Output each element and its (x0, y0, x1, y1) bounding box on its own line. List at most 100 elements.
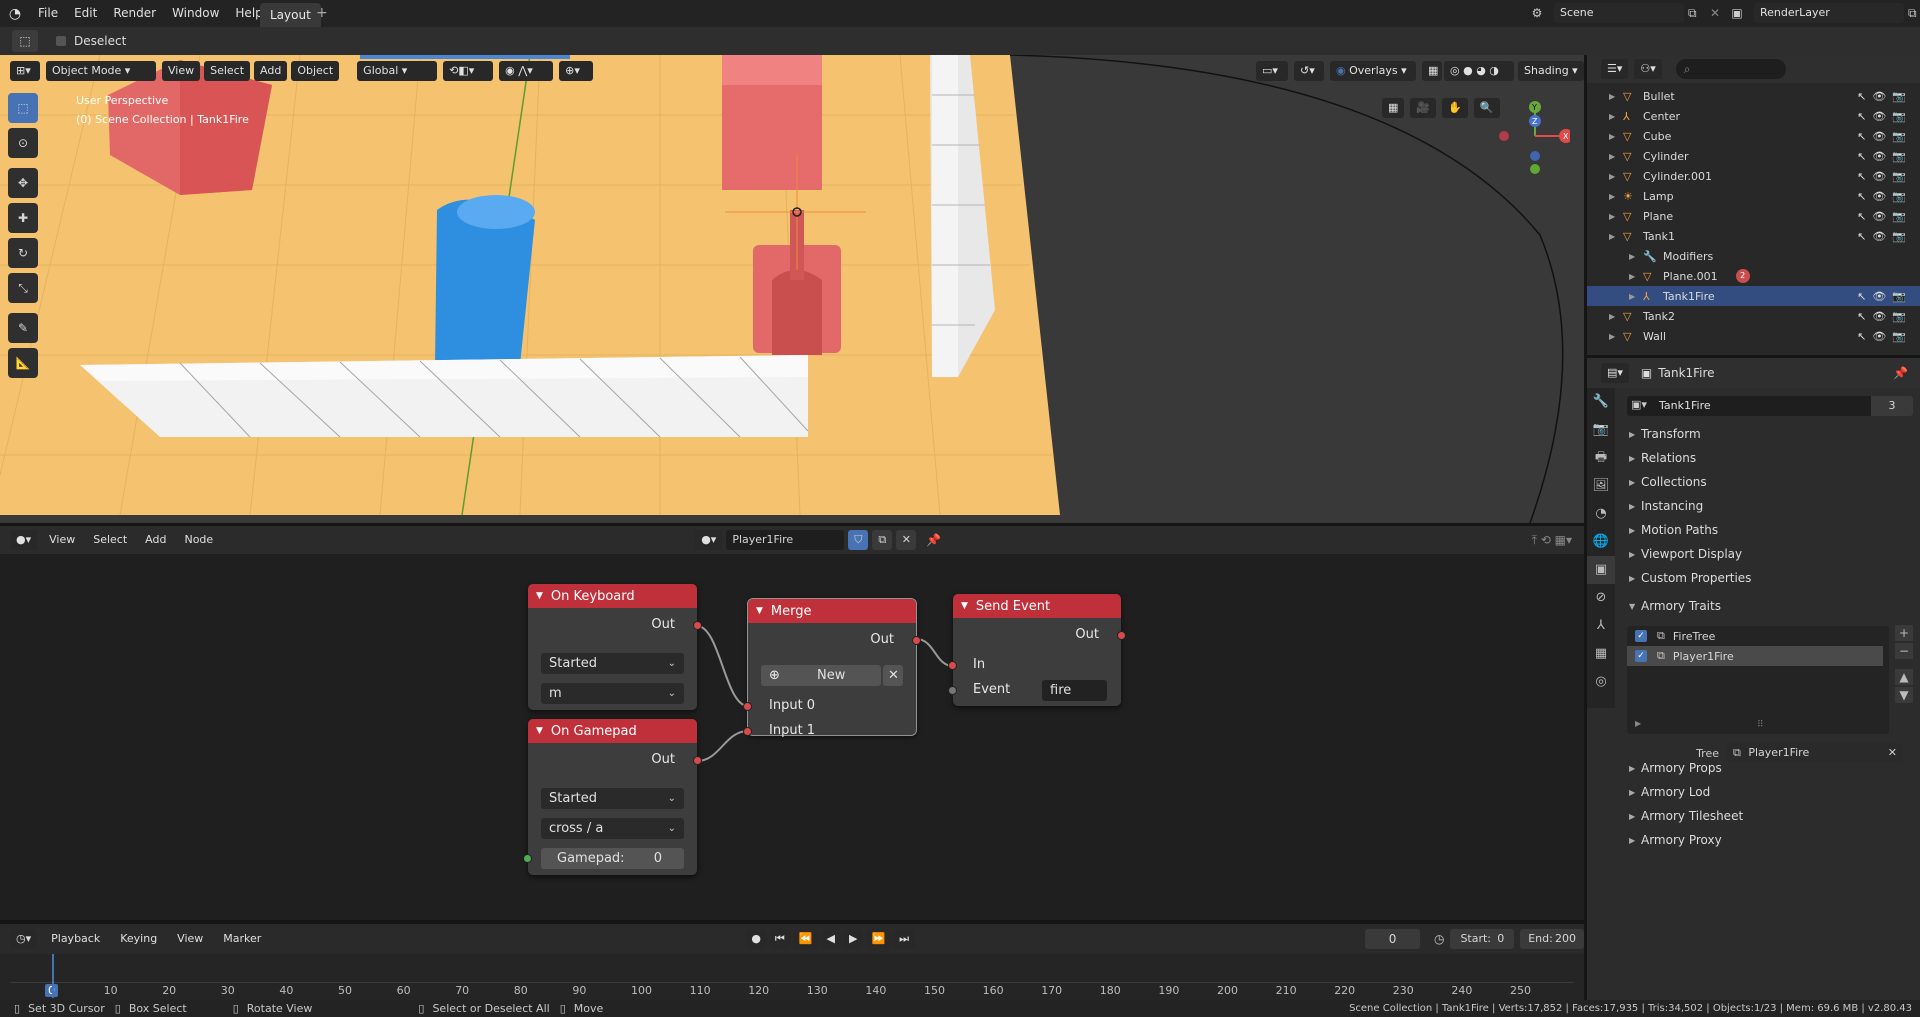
panel-armory-lod[interactable]: ▶ Armory Lod (1619, 780, 1920, 804)
add-trait-icon[interactable]: + (1895, 625, 1913, 641)
trait-item-firetree[interactable]: ✓ ⧉ FireTree (1627, 626, 1889, 646)
node-editor[interactable]: ●▾ View Select Add Node ●▾ Player1Fire ⛉ ⧉ … (0, 526, 1584, 920)
remove-trait-icon[interactable]: − (1895, 643, 1913, 659)
out-socket[interactable] (693, 621, 702, 630)
outliner-editor-icon[interactable]: ☰▾ (1601, 59, 1629, 79)
outliner-row-tank1[interactable]: ▶ ▽ Tank1 ↖👁📷 (1587, 226, 1920, 246)
expand-arrow-icon[interactable]: ▶ (1629, 252, 1639, 261)
trait-item-player1fire[interactable]: ✓ ⧉ Player1Fire (1627, 646, 1883, 666)
show-gizmo-icon[interactable]: ↺▾ (1294, 61, 1324, 81)
row-visibility-controls[interactable]: ↖👁📷 (1857, 150, 1912, 163)
viewport-menu-select[interactable]: Select (204, 61, 251, 81)
menu-file[interactable]: File (30, 0, 66, 27)
shading-modes[interactable]: ◎ ● ◕ ◑ (1444, 61, 1514, 81)
trait-checkbox[interactable]: ✓ (1635, 630, 1647, 642)
object-mode-dropdown[interactable]: Object Mode ▾ (46, 61, 156, 81)
tool-tab-icon[interactable]: 🔧 (1587, 388, 1615, 416)
panel-viewport-display[interactable]: ▶ Viewport Display (1619, 542, 1920, 566)
expand-arrow-icon[interactable]: ▶ (1629, 292, 1639, 301)
timeline-menu-marker[interactable]: Marker (215, 929, 269, 949)
add-workspace-button[interactable]: + (316, 5, 328, 21)
world-tab-icon[interactable]: 🌐 (1587, 528, 1615, 556)
outliner-row-modifiers[interactable]: ▶ 🔧 Modifiers (1587, 246, 1920, 266)
remove-input-icon[interactable]: ✕ (883, 665, 903, 686)
timeline-menu-keying[interactable]: Keying ▾ (112, 929, 165, 965)
proportional-edit-icon[interactable]: ◉ ⋀▾ (499, 61, 554, 81)
expand-arrow-icon[interactable]: ▶ (1609, 172, 1619, 181)
outliner-row-center[interactable]: ▶ ⅄ Center ↖👁📷 (1587, 106, 1920, 126)
annotate-tool-icon[interactable]: ✎ (8, 313, 38, 343)
keyboard-state-dropdown[interactable]: Started ⌄ (541, 653, 684, 674)
outliner-row-cube[interactable]: ▶ ▽ Cube ↖👁📷 (1587, 126, 1920, 146)
object-name-field[interactable]: ▣▾ Tank1Fire 3 (1627, 396, 1913, 416)
viewport-menu-object[interactable]: Object (291, 61, 340, 81)
overlays-dropdown[interactable]: ◉ Overlays ▾ (1330, 61, 1416, 81)
visibility-icon[interactable]: ▭▾ (1256, 61, 1288, 81)
panel-armory-props[interactable]: ▶ Armory Props (1619, 756, 1920, 780)
texture-tab-icon[interactable]: ▦ (1587, 640, 1615, 668)
outliner-row-plane[interactable]: ▶ ▽ Plane ↖👁📷 (1587, 206, 1920, 226)
gamepad-index-field[interactable]: Gamepad: 0 (541, 848, 684, 869)
list-resize-handle[interactable]: ⠿ (1757, 720, 1764, 730)
trait-checkbox[interactable]: ✓ (1635, 650, 1647, 662)
start-frame-field[interactable]: Start: 0 (1450, 929, 1515, 949)
node-merge[interactable]: ▼ Merge Out ⊕ New ✕ Input 0 Input 1 (743, 599, 921, 738)
object-tab-icon[interactable]: ▣ (1587, 556, 1615, 584)
timeline-menu-view[interactable]: View (169, 929, 211, 949)
current-frame-field[interactable]: 0 (1365, 929, 1420, 949)
panel-custom-properties[interactable]: ▶ Custom Properties (1619, 566, 1920, 590)
scale-tool-icon[interactable]: ⤡ (8, 273, 38, 303)
row-visibility-controls[interactable]: ↖👁📷 (1857, 190, 1912, 203)
expand-arrow-icon[interactable]: ▶ (1609, 112, 1619, 121)
user-count[interactable]: 3 (1871, 396, 1913, 416)
scene-tab-icon[interactable]: ◔ (1587, 500, 1615, 528)
input1-socket[interactable] (743, 727, 752, 736)
viewport-menu-add[interactable]: Add (254, 61, 288, 81)
collapse-icon[interactable]: ▼ (536, 591, 543, 601)
panel-armory-tilesheet[interactable]: ▶ Armory Tilesheet (1619, 804, 1920, 828)
outliner-row-wall[interactable]: ▶ ▽ Wall ↖👁📷 (1587, 326, 1920, 346)
select-tool-icon[interactable]: ⬚ (12, 30, 38, 52)
play-icon[interactable]: ▶ (843, 929, 864, 949)
constraints-tab-icon[interactable]: ⊘ (1587, 584, 1615, 612)
row-visibility-controls[interactable]: ↖👁📷 (1857, 130, 1912, 143)
in-socket[interactable] (948, 661, 957, 670)
move-down-icon[interactable]: ▼ (1895, 687, 1913, 703)
timeline-track[interactable]: 0102030405060708090100110120130140150160… (0, 954, 1584, 1000)
event-name-field[interactable]: fire (1042, 680, 1107, 701)
armory-traits-header[interactable]: ▼ Armory Traits (1619, 594, 1920, 618)
gamepad-state-dropdown[interactable]: Started ⌄ (541, 788, 684, 809)
jump-start-icon[interactable]: ⏮ (768, 929, 791, 949)
outliner-row-lamp[interactable]: ▶ ☀ Lamp ↖👁📷 (1587, 186, 1920, 206)
panel-transform[interactable]: ▶ Transform (1619, 422, 1920, 446)
panel-relations[interactable]: ▶ Relations (1619, 446, 1920, 470)
expand-arrow-icon[interactable]: ▶ (1609, 132, 1619, 141)
out-socket[interactable] (1117, 631, 1126, 640)
3d-viewport[interactable]: ⊞▾ Object Mode ▾ View Select Add Object Glo… (0, 55, 1584, 523)
collapse-icon[interactable]: ▼ (756, 606, 763, 616)
row-visibility-controls[interactable]: ↖👁📷 (1857, 210, 1912, 223)
out-socket[interactable] (693, 756, 702, 765)
expand-arrow-icon[interactable]: ▶ (1629, 272, 1639, 281)
panel-instancing[interactable]: ▶ Instancing (1619, 494, 1920, 518)
prev-keyframe-icon[interactable]: ⏪ (792, 929, 819, 949)
collapse-icon[interactable]: ▼ (536, 726, 543, 736)
node-send-event[interactable]: ▼ Send Event Out In Event fire (948, 594, 1126, 706)
menu-edit[interactable]: Edit (66, 0, 105, 27)
shading-dropdown[interactable]: Shading ▾ (1518, 61, 1584, 81)
row-visibility-controls[interactable]: ↖👁📷 (1857, 170, 1912, 183)
copy-scene-icon[interactable]: ⧉ (1688, 6, 1706, 21)
expand-arrow-icon[interactable]: ▶ (1609, 332, 1619, 341)
viewport-menu-view[interactable]: View (162, 61, 201, 81)
playhead[interactable] (52, 954, 54, 998)
object-type-icon[interactable]: ▣▾ (1631, 398, 1647, 411)
gamepad-button-dropdown[interactable]: cross / a ⌄ (541, 818, 684, 839)
copy-renderlayer-icon[interactable]: ⧉ (1908, 6, 1920, 21)
deselect-label[interactable]: Deselect (74, 34, 126, 48)
row-visibility-controls[interactable]: ↖👁📷 (1857, 230, 1912, 243)
event-socket[interactable] (948, 686, 957, 695)
preview-range-icon[interactable]: ◷ (1434, 932, 1444, 946)
expand-arrow-icon[interactable]: ▶ (1609, 92, 1619, 101)
jump-end-icon[interactable]: ⏭ (893, 929, 916, 949)
list-expand-icon[interactable]: ▶ (1635, 719, 1641, 728)
